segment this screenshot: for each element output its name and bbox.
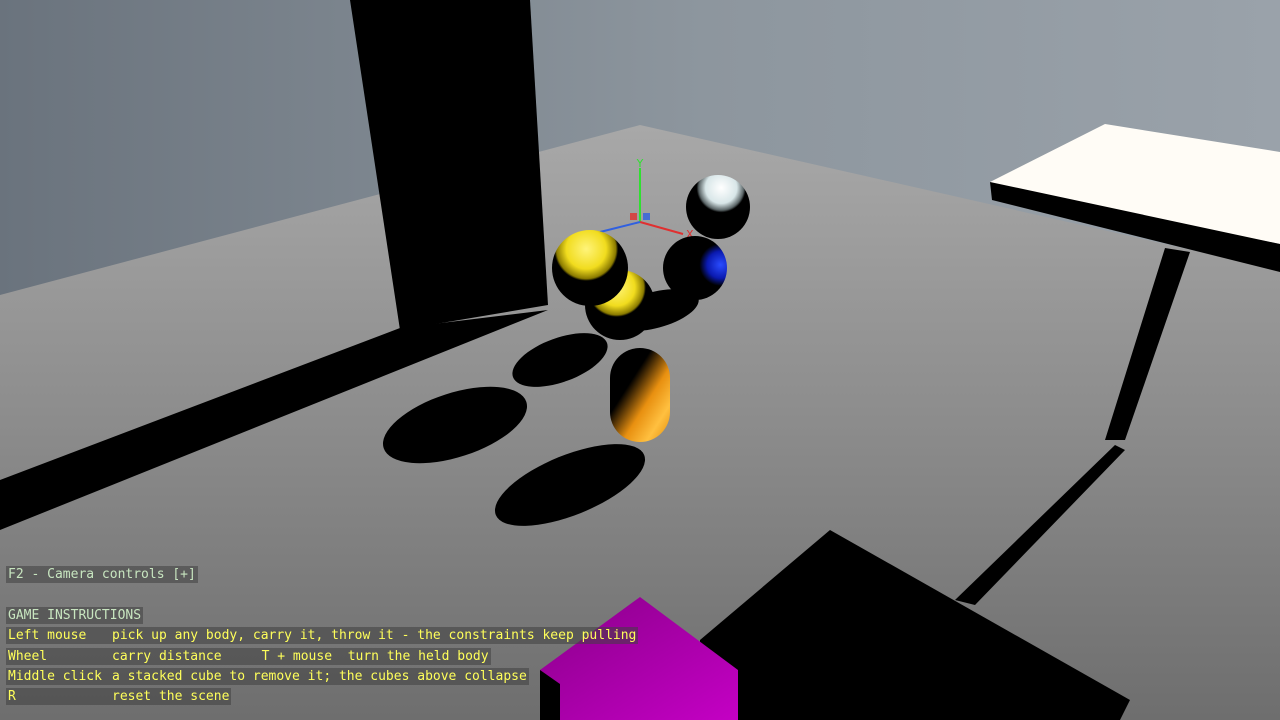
- orange-capsule[interactable]: [610, 348, 670, 442]
- instruction-key: Wheel: [8, 649, 48, 664]
- instruction-key: T + mouse: [261, 649, 333, 664]
- instruction-row: Wheel carry distance T + mouse turn the he…: [6, 648, 491, 665]
- instruction-row: Left mouse pick up any body, carry it, th…: [6, 627, 639, 644]
- instruction-text: reset the scene: [112, 689, 230, 704]
- instruction-text: turn the held body: [347, 649, 489, 664]
- axis-plane-handle: [630, 213, 637, 220]
- instruction-text: pick up any body, carry it, throw it - t…: [112, 628, 637, 643]
- blue-ball[interactable]: [663, 236, 727, 300]
- instruction-text: a stacked cube to remove it; the cubes a…: [112, 669, 527, 684]
- white-ball[interactable]: [686, 175, 750, 239]
- camera-controls-toggle[interactable]: F2 - Camera controls [+]: [6, 566, 198, 583]
- instruction-key: R: [8, 689, 16, 704]
- instructions-heading: GAME INSTRUCTIONS: [6, 607, 144, 624]
- instruction-text: carry distance: [112, 649, 222, 664]
- axis-y-label: Y: [636, 157, 644, 170]
- instruction-row: Middle click a stacked cube to remove it;…: [6, 668, 529, 685]
- game-viewport[interactable]: Y X F2 - Camera controls [+] GAME INSTRU…: [0, 0, 1280, 720]
- instruction-key: Left mouse: [8, 628, 87, 643]
- axis-plane-handle: [643, 213, 650, 220]
- instruction-key: Middle click: [8, 669, 102, 684]
- yellow-ball[interactable]: [552, 230, 628, 306]
- instruction-row: Rreset the scene: [6, 688, 232, 705]
- 3d-scene[interactable]: Y X: [0, 0, 1280, 720]
